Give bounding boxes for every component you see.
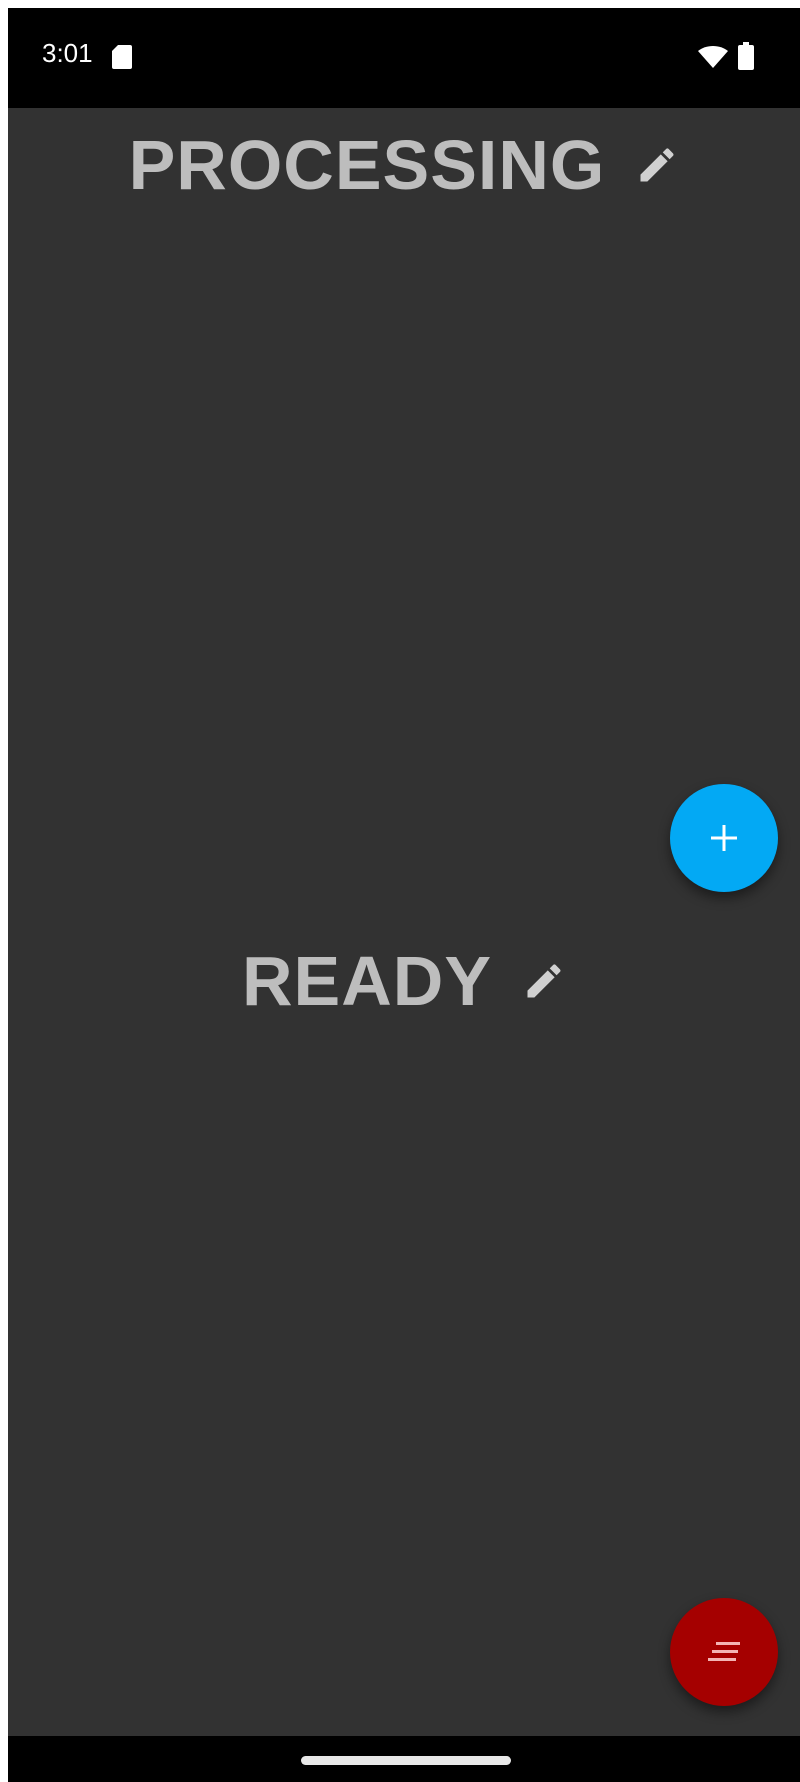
wifi-icon [698, 46, 728, 68]
battery-icon [738, 42, 754, 70]
lines-icon [708, 1642, 740, 1661]
status-time: 3:01 [42, 38, 93, 68]
app-screen: 3:01 PROCESSING READY [8, 8, 800, 1782]
section-ready: READY [8, 946, 800, 1016]
pencil-icon[interactable] [635, 143, 679, 187]
menu-button[interactable] [670, 1598, 778, 1706]
section-title: PROCESSING [128, 126, 606, 204]
sd-card-icon [112, 45, 132, 69]
section-title: READY [241, 942, 493, 1020]
pencil-icon[interactable] [522, 959, 566, 1003]
navigation-bar [8, 1736, 800, 1782]
plus-icon [711, 825, 737, 851]
section-processing: PROCESSING [8, 130, 800, 200]
add-button[interactable] [670, 784, 778, 892]
home-handle[interactable] [301, 1756, 511, 1765]
status-bar: 3:01 [8, 8, 800, 108]
